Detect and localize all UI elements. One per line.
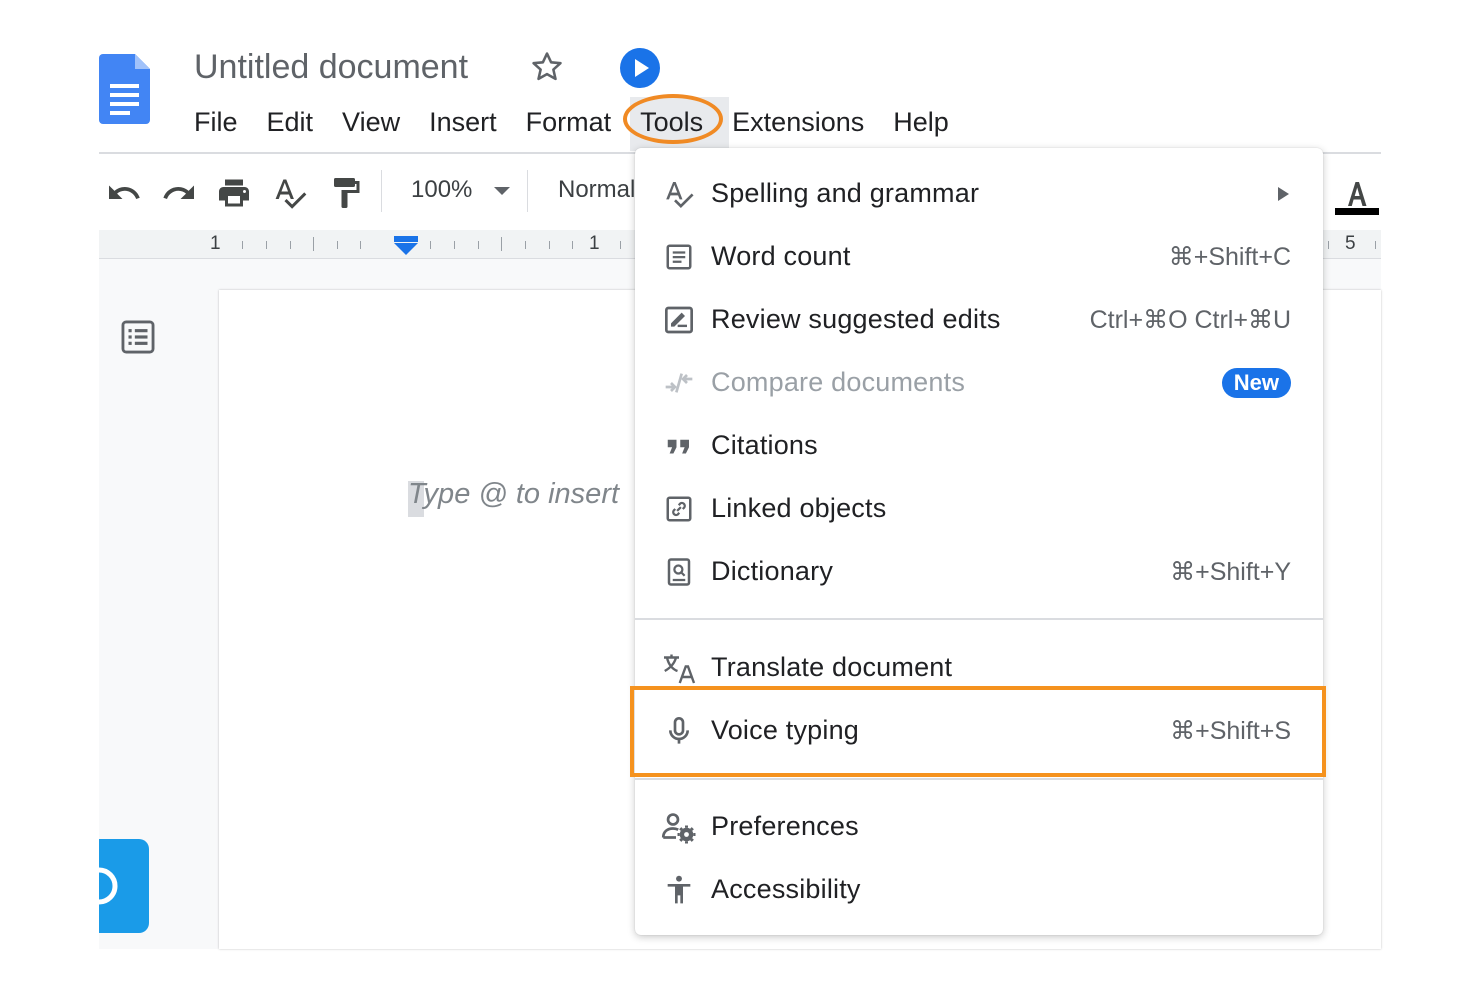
ruler-tick [290,241,291,249]
undo-icon[interactable] [105,175,143,211]
menu-item-shortcut: ⌘+Shift+C [1168,242,1291,271]
menu-item-dictionary[interactable]: Dictionary ⌘+Shift+Y [635,540,1323,603]
toolbar-separator [381,170,382,212]
paint-format-icon[interactable] [327,175,365,211]
new-badge: New [1221,367,1291,398]
menu-tools[interactable]: Tools [623,93,730,151]
menu-item-shortcut: Ctrl+⌘O Ctrl+⌘U [1089,305,1291,334]
ruler-tick [1375,241,1376,249]
star-icon[interactable] [530,50,564,84]
menu-bar: File Edit View Insert Format Tools Exten… [194,93,978,151]
ruler-tick [525,241,526,249]
menu-file[interactable]: File [194,107,238,138]
ruler-tick [478,241,479,249]
text-color-icon[interactable] [1335,172,1379,218]
indent-marker-icon[interactable] [394,236,418,256]
ruler-number: 1 [210,233,221,254]
zoom-caret-icon[interactable] [494,187,510,195]
menu-help[interactable]: Help [893,107,949,138]
voice-typing-highlight [630,686,1326,777]
menu-edit[interactable]: Edit [267,107,314,138]
menu-item-review-edits[interactable]: Review suggested edits Ctrl+⌘O Ctrl+⌘U [635,288,1323,351]
compare-icon [659,363,699,403]
tools-menu: Spelling and grammar Word count ⌘+Shift+… [635,148,1323,935]
menu-item-citations[interactable]: Citations [635,414,1323,477]
present-play-icon[interactable] [619,47,661,89]
menu-item-label: Translate document [711,652,953,682]
document-title[interactable]: Untitled document [194,48,468,87]
menu-item-accessibility[interactable]: Accessibility [635,858,1323,921]
menu-item-label: Linked objects [711,493,887,523]
menu-separator [635,778,1323,780]
menu-item-shortcut: ⌘+Shift+Y [1170,557,1291,586]
docs-logo-icon[interactable] [99,54,150,124]
side-widget-button[interactable] [99,839,149,933]
menu-item-label: Spelling and grammar [711,178,980,208]
widget-icon [99,867,118,905]
ruler-tick [337,241,338,249]
ruler-tick [360,241,361,249]
ruler-number: 5 [1345,233,1356,254]
menu-item-label: Accessibility [711,874,861,904]
link-icon [659,489,699,529]
menu-insert[interactable]: Insert [429,107,497,138]
menu-item-preferences[interactable]: Preferences [635,795,1323,858]
dictionary-icon [659,552,699,592]
ruler-tick [620,241,621,249]
paragraph-style-select[interactable]: Normal [558,176,635,204]
spellcheck-icon[interactable] [271,175,309,211]
tools-highlight-ring [623,93,724,144]
ruler-tick [572,241,573,249]
zoom-select[interactable]: 100% [411,176,472,204]
ruler-tick [454,241,455,249]
menu-item-label: Word count [711,241,851,271]
menu-view[interactable]: View [342,107,400,138]
menu-item-spelling[interactable]: Spelling and grammar [635,162,1323,225]
document-placeholder[interactable]: Type @ to insert [408,478,619,511]
quote-icon [659,426,699,466]
ruler-tick [549,241,550,249]
ruler-tick [242,241,243,249]
document-outline-icon[interactable] [119,318,157,356]
preferences-icon [659,807,699,847]
submenu-arrow-icon [1278,186,1289,201]
menu-extensions[interactable]: Extensions [732,107,864,138]
ruler-tick [1328,241,1329,249]
word-count-icon [659,237,699,277]
menu-item-label: Dictionary [711,556,834,586]
toolbar-separator [527,170,528,212]
menu-item-label: Citations [711,430,818,460]
ruler-tick [266,241,267,249]
menu-item-label: Review suggested edits [711,304,1001,334]
print-icon[interactable] [215,175,253,211]
translate-icon [659,648,699,688]
menu-item-label: Compare documents [711,367,966,397]
spelling-icon [659,174,699,214]
accessibility-icon [659,870,699,910]
ruler-number: 1 [589,233,600,254]
ruler-tick [501,237,502,251]
ruler-tick [313,237,314,251]
redo-icon[interactable] [160,175,198,211]
menu-item-label: Preferences [711,811,859,841]
menu-format[interactable]: Format [526,107,612,138]
review-edits-icon [659,300,699,340]
menu-item-word-count[interactable]: Word count ⌘+Shift+C [635,225,1323,288]
menu-separator [635,618,1323,620]
menu-item-linked-objects[interactable]: Linked objects [635,477,1323,540]
menu-item-compare-documents: Compare documents New [635,351,1323,414]
ruler-tick [430,241,431,249]
